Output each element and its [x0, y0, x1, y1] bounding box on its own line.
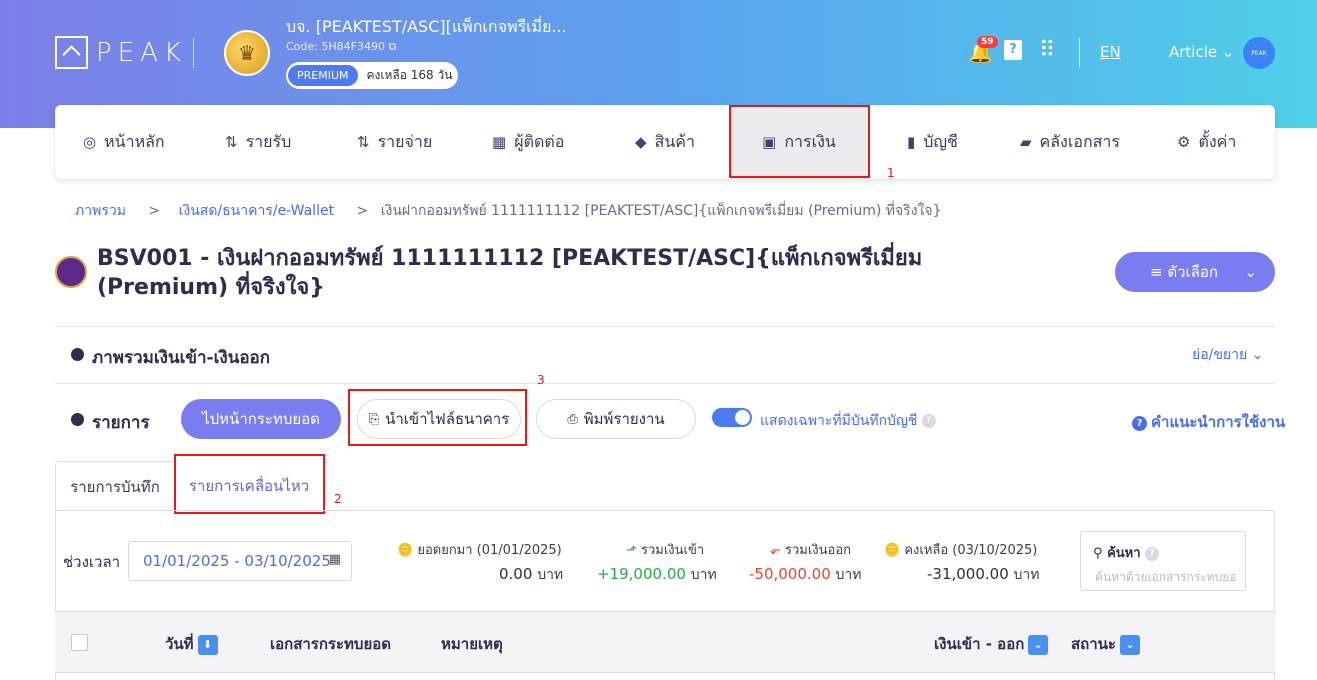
arrow-out-icon: ⬐ [770, 543, 781, 558]
arrow-in-icon: ⬏ [626, 543, 637, 558]
collapse-toggle[interactable]: ย่อ/ขยาย ⌄ [1192, 344, 1263, 366]
outflow-value: -50,000.00 บาท [749, 565, 862, 583]
crown-icon: ♛ [224, 30, 270, 76]
main-nav: ◎ หน้าหลัก ⇅ รายรับ ⇅ รายจ่าย ▦ ผู้ติดต่อ ◆ ส… [55, 105, 1275, 179]
column-amount[interactable]: เงินเข้า - ออก ⌄ [934, 632, 1049, 656]
company-code: Code: 5H84F3490 ⧉ [286, 40, 397, 53]
dashboard-icon: ◎ [83, 133, 97, 151]
nav-item-documents[interactable]: ▰ คลังเอกสาร [1020, 105, 1120, 179]
company-name[interactable]: บจ. [PEAKTEST/ASC][แพ็กเกจพรีเมี่ย... [286, 15, 567, 40]
select-all-checkbox[interactable] [71, 634, 88, 651]
avatar[interactable]: PEAK [1243, 37, 1275, 69]
posted-only-toggle[interactable] [712, 408, 752, 427]
nav-item-income[interactable]: ⇅ รายรับ [225, 105, 291, 179]
nav-item-products[interactable]: ◆ สินค้า [635, 105, 695, 179]
peak-logo[interactable]: PEAK [55, 36, 187, 69]
section-bullet [71, 348, 84, 361]
plan-remaining: คงเหลือ 168 วัน [366, 68, 453, 82]
period-label: ช่วงเวลา [63, 553, 121, 571]
search-field[interactable]: ⚲ ค้นหา ? ค้นหาด้วยเอกสารกระทบยอด [1080, 531, 1246, 591]
help-link[interactable]: ? คำแนะนำการใช้งาน [1132, 410, 1285, 434]
print-report-button[interactable]: ⎙ พิมพ์รายงาน [536, 399, 696, 439]
inflow-value: +19,000.00 บาท [597, 565, 717, 583]
chevron-down-icon[interactable]: ⌄ [1028, 634, 1049, 655]
copy-icon[interactable]: ⧉ [388, 40, 396, 53]
nav-item-accounting[interactable]: ▮ บัญชี [907, 105, 958, 179]
outflow-label: ⬐ รวมเงินออก [770, 543, 852, 558]
section-bullet [71, 413, 84, 426]
bank-logo-icon [55, 256, 87, 288]
nav-item-contacts[interactable]: ▦ ผู้ติดต่อ [492, 105, 564, 179]
annotation-box-2 [174, 454, 325, 514]
notification-count-badge: 59 [977, 36, 998, 48]
divider [55, 383, 1275, 384]
search-label: ⚲ ค้นหา ? [1093, 542, 1160, 563]
search-icon: ⚲ [1093, 546, 1103, 561]
info-icon[interactable]: ? [921, 414, 936, 428]
chevron-down-icon: ⌄ [1244, 263, 1257, 281]
chevron-down-icon[interactable]: ⌄ [1119, 634, 1140, 655]
search-input[interactable]: ค้นหาด้วยเอกสารกระทบยอด [1095, 568, 1235, 587]
transactions-title: รายการ [92, 413, 150, 433]
closing-balance-value: -31,000.00 บาท [927, 565, 1040, 583]
breadcrumb-sep: > [356, 203, 369, 219]
calendar-icon: ▦ [328, 552, 341, 567]
expense-icon: ⇅ [357, 133, 370, 151]
breadcrumb-home[interactable]: ภาพรวม [75, 203, 126, 219]
income-icon: ⇅ [225, 133, 238, 151]
coins-icon: 🪙 [397, 543, 414, 558]
breadcrumb-current: เงินฝากออมทรัพย์ 1111111112 [PEAKTEST/AS… [380, 203, 942, 219]
tab-records[interactable]: รายการบันทึก [55, 461, 175, 511]
reconcile-button[interactable]: ไปหน้ากระทบยอด [181, 399, 341, 439]
coins-icon: 🪙 [884, 543, 901, 558]
opening-balance-label: 🪙 ยอดยกมา (01/01/2025) [397, 543, 562, 558]
column-date[interactable]: วันที่ ⬇ [165, 632, 218, 656]
breadcrumb-sep: > [148, 203, 161, 219]
gear-icon: ⚙ [1177, 133, 1191, 151]
nav-item-home[interactable]: ◎ หน้าหลัก [83, 105, 165, 179]
summary-title: ภาพรวมเงินเข้า-เงินออก [92, 348, 271, 368]
box-icon: ◆ [635, 133, 647, 151]
header-divider-2 [1079, 38, 1080, 68]
column-reconcile-doc: เอกสารกระทบยอด [270, 635, 391, 653]
column-note: หมายเหตุ [441, 635, 503, 653]
ledger-icon: ▮ [907, 133, 916, 151]
language-switch[interactable]: EN [1100, 43, 1121, 61]
inflow-label: ⬏ รวมเงินเข้า [626, 543, 705, 558]
options-button[interactable]: ≡ ตัวเลือก ⌄ [1115, 252, 1275, 292]
question-icon: ? [1132, 416, 1147, 431]
closing-balance-label: 🪙 คงเหลือ (03/10/2025) [884, 543, 1038, 558]
annotation-label-1: 1 [887, 166, 895, 180]
help-book-icon[interactable]: ? [1004, 40, 1022, 60]
breadcrumb-level2[interactable]: เงินสด/ธนาคาร/e-Wallet [179, 203, 335, 219]
plan-badge: PREMIUM [288, 65, 358, 86]
chevron-down-icon: ⌄ [1251, 347, 1264, 363]
article-menu[interactable]: Article ⌄ [1169, 43, 1234, 61]
sort-down-icon[interactable]: ⬇ [197, 634, 218, 655]
annotation-box-3 [348, 389, 527, 446]
header-divider [193, 38, 194, 68]
divider [55, 326, 1275, 327]
logo-mark-icon [55, 36, 88, 69]
annotation-label-3: 3 [537, 373, 545, 387]
toggle-label: แสดงเฉพาะที่มีบันทึกบัญชี ? [760, 410, 936, 432]
nav-item-expense[interactable]: ⇅ รายจ่าย [357, 105, 432, 179]
chevron-down-icon: ⌄ [1221, 43, 1235, 61]
folder-icon: ▰ [1020, 133, 1032, 151]
opening-balance-value: 0.00 บาท [499, 565, 564, 583]
annotation-box-1 [729, 105, 870, 178]
plan-pill[interactable]: PREMIUM คงเหลือ 168 วัน [286, 62, 458, 89]
info-icon[interactable]: ? [1145, 546, 1160, 561]
nav-item-settings[interactable]: ⚙ ตั้งค่า [1177, 105, 1236, 179]
contacts-icon: ▦ [492, 133, 507, 151]
annotation-label-2: 2 [334, 492, 342, 506]
date-range-input[interactable]: 01/01/2025 - 03/10/2025 ▦ [128, 541, 352, 581]
logo-text: PEAK [96, 37, 187, 68]
breadcrumb: ภาพรวม > เงินสด/ธนาคาร/e-Wallet > เงินฝา… [75, 200, 941, 222]
column-status[interactable]: สถานะ ⌄ [1071, 632, 1140, 656]
page-title: BSV001 - เงินฝากออมทรัพย์ 1111111112 [PE… [97, 246, 923, 300]
apps-grid-icon[interactable]: ⠿ [1039, 38, 1055, 63]
printer-icon: ⎙ [567, 411, 578, 427]
